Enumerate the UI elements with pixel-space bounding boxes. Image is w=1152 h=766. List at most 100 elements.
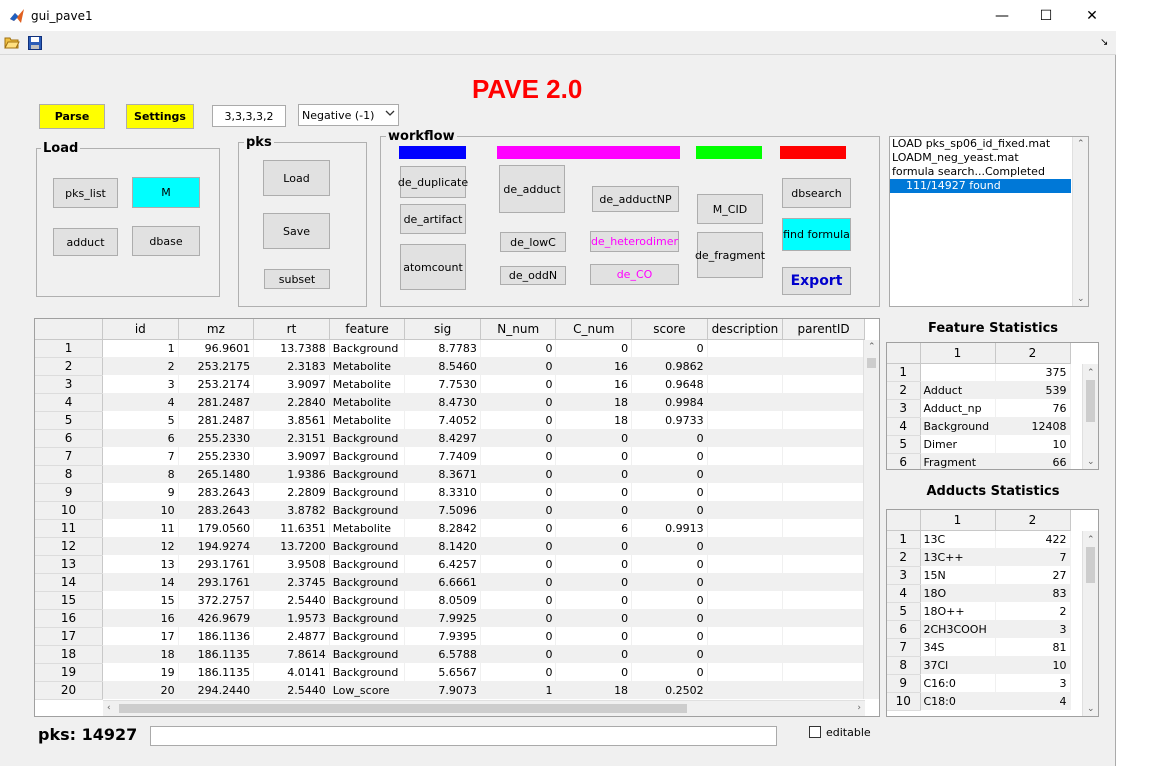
table-cell[interactable]: 8.3671 <box>404 465 481 483</box>
table-cell[interactable]: 7.9925 <box>404 609 481 627</box>
table-cell[interactable]: 0.2502 <box>631 681 708 699</box>
table-cell[interactable]: 16 <box>555 357 633 375</box>
table-cell[interactable]: Adduct <box>920 381 996 399</box>
table-cell[interactable] <box>707 573 784 591</box>
column-header[interactable]: mz <box>178 319 255 340</box>
table-cell[interactable]: 8 <box>102 465 179 483</box>
table-cell[interactable]: 9 <box>102 483 179 501</box>
table-cell[interactable]: 14 <box>102 573 179 591</box>
row-header[interactable]: 1 <box>35 339 104 358</box>
row-header[interactable]: 14 <box>35 573 104 592</box>
table-cell[interactable]: Background <box>329 465 406 483</box>
table-cell[interactable]: 0 <box>480 519 557 537</box>
table-cell[interactable]: 7.7409 <box>404 447 481 465</box>
table-cell[interactable]: Background <box>329 609 406 627</box>
table-row[interactable]: 5 5 281.2487 3.8561 Metabolite 7.4052 0 18 0.973… <box>35 411 865 430</box>
table-cell[interactable]: 255.2330 <box>178 429 255 447</box>
column-header[interactable]: parentID <box>782 319 865 340</box>
table-cell[interactable] <box>707 447 784 465</box>
de-co-button[interactable]: de_CO <box>590 264 679 285</box>
table-cell[interactable] <box>707 609 784 627</box>
table-cell[interactable]: 7.9395 <box>404 627 481 645</box>
table-cell[interactable]: Background <box>329 663 406 681</box>
row-header[interactable]: 10 <box>35 501 104 520</box>
table-cell[interactable]: 7.8614 <box>253 645 330 663</box>
table-row[interactable]: 5 Dimer 10 <box>887 435 1071 454</box>
row-header[interactable]: 4 <box>887 417 921 436</box>
table-cell[interactable]: 6.4257 <box>404 555 481 573</box>
table-cell[interactable]: 7 <box>995 548 1071 566</box>
table-cell[interactable]: 2.3151 <box>253 429 330 447</box>
column-header[interactable]: 2 <box>995 510 1071 531</box>
table-cell[interactable]: 253.2175 <box>178 357 255 375</box>
table-cell[interactable]: Background <box>329 429 406 447</box>
table-cell[interactable] <box>782 645 865 663</box>
table-cell[interactable]: 179.0560 <box>178 519 255 537</box>
export-button[interactable]: Export <box>782 267 851 295</box>
table-cell[interactable]: Background <box>329 627 406 645</box>
table-cell[interactable]: Metabolite <box>329 519 406 537</box>
atomcount-button[interactable]: atomcount <box>400 244 466 290</box>
table-cell[interactable] <box>707 501 784 519</box>
table-cell[interactable]: 375 <box>995 363 1071 381</box>
table-row[interactable]: 12 12 194.9274 13.7200 Background 8.1420 0 0 0 <box>35 537 865 556</box>
table-cell[interactable] <box>707 627 784 645</box>
minimize-button[interactable]: — <box>990 6 1014 26</box>
table-cell[interactable]: 37Cl <box>920 656 996 674</box>
table-cell[interactable] <box>707 339 784 357</box>
table-cell[interactable]: 0 <box>631 339 708 357</box>
table-cell[interactable]: 0 <box>631 555 708 573</box>
table-cell[interactable]: 7 <box>102 447 179 465</box>
table-cell[interactable]: 13C++ <box>920 548 996 566</box>
table-row[interactable]: 6 6 255.2330 2.3151 Background 8.4297 0 0 0 <box>35 429 865 448</box>
table-cell[interactable]: 0 <box>555 663 633 681</box>
row-header[interactable]: 9 <box>35 483 104 502</box>
table-cell[interactable]: Background <box>329 645 406 663</box>
table-row[interactable]: 19 19 186.1135 4.0141 Background 5.6567 0 0 0 <box>35 663 865 682</box>
table-row[interactable]: 17 17 186.1136 2.4877 Background 7.9395 0 0 0 <box>35 627 865 646</box>
table-cell[interactable]: 3.9097 <box>253 447 330 465</box>
table-cell[interactable]: 2.3183 <box>253 357 330 375</box>
table-cell[interactable]: 0 <box>480 573 557 591</box>
table-cell[interactable]: 0 <box>555 429 633 447</box>
table-cell[interactable]: 18 <box>555 393 633 411</box>
table-row[interactable]: 2 Adduct 539 <box>887 381 1071 400</box>
parse-button[interactable]: Parse <box>39 104 105 129</box>
table-cell[interactable]: Background <box>329 573 406 591</box>
row-header[interactable]: 4 <box>887 584 921 603</box>
table-cell[interactable]: Background <box>329 501 406 519</box>
de-artifact-button[interactable]: de_artifact <box>400 204 466 234</box>
editable-checkbox[interactable] <box>809 726 821 738</box>
table-cell[interactable]: 0 <box>480 645 557 663</box>
table-cell[interactable]: 194.9274 <box>178 537 255 555</box>
table-cell[interactable]: 19 <box>102 663 179 681</box>
table-cell[interactable]: 0 <box>555 501 633 519</box>
row-header[interactable]: 6 <box>35 429 104 448</box>
table-cell[interactable]: 3.8782 <box>253 501 330 519</box>
table-cell[interactable]: 281.2487 <box>178 393 255 411</box>
scroll-thumb[interactable] <box>119 704 687 713</box>
de-oddn-button[interactable]: de_oddN <box>500 266 566 285</box>
table-cell[interactable]: 7.4052 <box>404 411 481 429</box>
column-header[interactable]: C_num <box>555 319 633 340</box>
table-cell[interactable] <box>782 501 865 519</box>
row-header[interactable]: 2 <box>887 548 921 567</box>
table-cell[interactable]: 6 <box>102 429 179 447</box>
table-cell[interactable]: 13.7388 <box>253 339 330 357</box>
table-cell[interactable] <box>782 357 865 375</box>
table-row[interactable]: 11 11 179.0560 11.6351 Metabolite 8.2842 0 6 0.9… <box>35 519 865 538</box>
table-cell[interactable] <box>782 429 865 447</box>
row-header[interactable]: 7 <box>887 638 921 657</box>
table-cell[interactable] <box>707 555 784 573</box>
table-cell[interactable]: 4.0141 <box>253 663 330 681</box>
table-cell[interactable]: 0.9984 <box>631 393 708 411</box>
table-row[interactable]: 1 13C 422 <box>887 530 1071 549</box>
table-cell[interactable]: 0 <box>631 501 708 519</box>
table-cell[interactable]: 96.9601 <box>178 339 255 357</box>
scroll-down-icon[interactable]: ⌄ <box>1087 457 1095 467</box>
column-header[interactable]: description <box>707 319 784 340</box>
table-cell[interactable]: 0 <box>480 411 557 429</box>
column-header[interactable]: 2 <box>995 343 1071 364</box>
table-row[interactable]: 5 18O++ 2 <box>887 602 1071 621</box>
table-cell[interactable]: Metabolite <box>329 411 406 429</box>
